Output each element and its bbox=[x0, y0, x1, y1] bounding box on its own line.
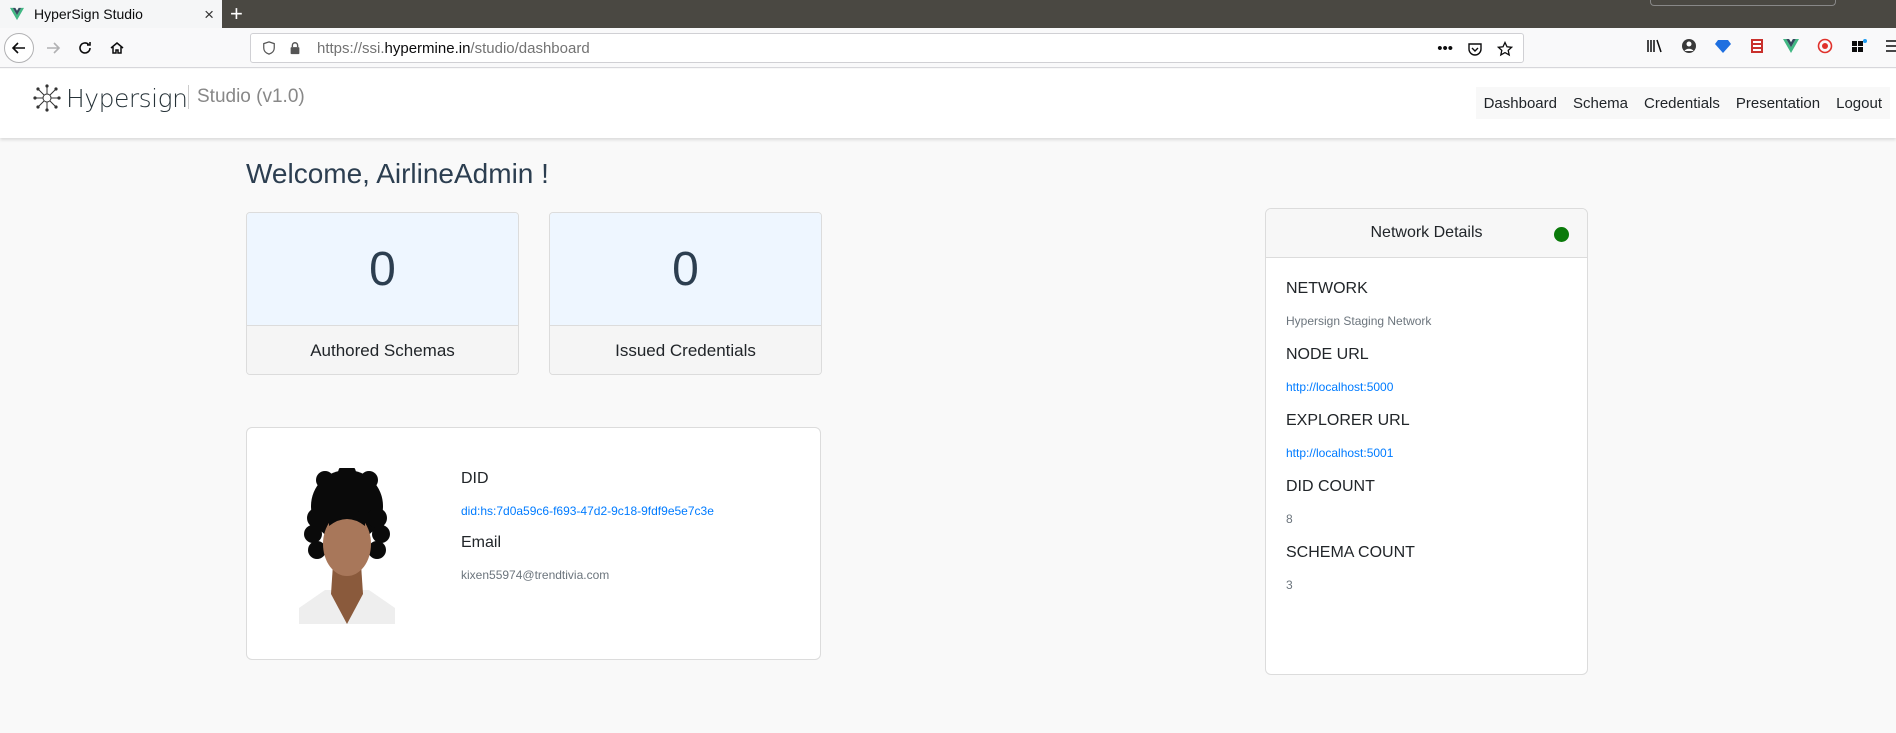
node-url-label: NODE URL bbox=[1286, 346, 1369, 363]
nav-logout[interactable]: Logout bbox=[1828, 95, 1890, 112]
home-button[interactable] bbox=[102, 33, 132, 63]
forward-button[interactable] bbox=[38, 33, 68, 63]
welcome-heading: Welcome, AirlineAdmin ! bbox=[246, 158, 549, 189]
node-url-value[interactable]: http://localhost:5000 bbox=[1286, 380, 1567, 394]
brand-name: Hypersign bbox=[66, 83, 188, 113]
back-button[interactable] bbox=[4, 33, 34, 63]
nav-credentials[interactable]: Credentials bbox=[1636, 95, 1728, 112]
email-label: Email bbox=[461, 534, 502, 551]
arrow-right-icon bbox=[47, 42, 61, 54]
authored-schemas-label: Authored Schemas bbox=[247, 326, 518, 374]
url-actions: ••• bbox=[1437, 40, 1513, 57]
profile-info: DID did:hs:7d0a59c6-f693-47d2-9c18-9fdf9… bbox=[461, 470, 714, 598]
browser-tab-bar: HyperSign Studio × + bbox=[0, 0, 1896, 28]
did-count-label: DID COUNT bbox=[1286, 478, 1375, 495]
tab-close-icon[interactable]: × bbox=[204, 5, 214, 25]
authored-schemas-count: 0 bbox=[247, 213, 518, 326]
record-icon[interactable] bbox=[1815, 36, 1835, 56]
browser-extensions bbox=[1645, 36, 1896, 56]
explorer-url-value[interactable]: http://localhost:5001 bbox=[1286, 446, 1567, 460]
tab-title: HyperSign Studio bbox=[34, 6, 143, 22]
network-status-indicator bbox=[1554, 227, 1569, 242]
issued-credentials-label: Issued Credentials bbox=[550, 326, 821, 374]
did-value[interactable]: did:hs:7d0a59c6-f693-47d2-9c18-9fdf9e5e7… bbox=[461, 504, 714, 518]
nav-dashboard[interactable]: Dashboard bbox=[1476, 95, 1565, 112]
network-value: Hypersign Staging Network bbox=[1286, 314, 1432, 328]
shield-icon[interactable] bbox=[261, 41, 277, 55]
network-details-card: Network Details NETWORK Hypersign Stagin… bbox=[1265, 208, 1588, 675]
reload-icon bbox=[79, 42, 91, 54]
network-label: NETWORK bbox=[1286, 280, 1368, 297]
did-label: DID bbox=[461, 470, 489, 487]
browser-toolbar: https://ssi.hypermine.in/studio/dashboar… bbox=[0, 28, 1896, 68]
nav-presentation[interactable]: Presentation bbox=[1728, 95, 1828, 112]
tab-overflow bbox=[1650, 0, 1836, 6]
hypersign-network-icon bbox=[33, 84, 61, 112]
reload-button[interactable] bbox=[70, 33, 100, 63]
network-details-header: Network Details bbox=[1266, 209, 1587, 258]
hypersign-logo[interactable]: Hypersign bbox=[32, 83, 188, 113]
grid-extension-icon[interactable] bbox=[1747, 36, 1767, 56]
url-text[interactable]: https://ssi.hypermine.in/studio/dashboar… bbox=[317, 40, 590, 57]
schema-count-value: 3 bbox=[1286, 578, 1293, 592]
profile-card: DID did:hs:7d0a59c6-f693-47d2-9c18-9fdf9… bbox=[246, 427, 821, 660]
network-details-title: Network Details bbox=[1370, 224, 1483, 241]
bookmark-star-icon[interactable] bbox=[1497, 40, 1513, 57]
avatar bbox=[299, 468, 395, 624]
main-navigation: Dashboard Schema Credentials Presentatio… bbox=[1475, 87, 1890, 119]
schema-count-label: SCHEMA COUNT bbox=[1286, 544, 1415, 561]
url-bar[interactable]: https://ssi.hypermine.in/studio/dashboar… bbox=[250, 33, 1524, 63]
explorer-url-label: EXPLORER URL bbox=[1286, 412, 1410, 429]
url-domain: hypermine.in bbox=[384, 39, 471, 57]
home-icon bbox=[110, 42, 124, 54]
did-count-value: 8 bbox=[1286, 512, 1293, 526]
authored-schemas-card[interactable]: 0 Authored Schemas bbox=[246, 212, 519, 375]
menu-icon[interactable] bbox=[1883, 36, 1896, 56]
pocket-icon[interactable] bbox=[1467, 41, 1483, 57]
diamond-extension-icon[interactable] bbox=[1713, 36, 1733, 56]
email-value: kixen55974@trendtivia.com bbox=[461, 568, 610, 582]
issued-credentials-card[interactable]: 0 Issued Credentials bbox=[549, 212, 822, 375]
nav-schema[interactable]: Schema bbox=[1565, 95, 1636, 112]
vue-logo-icon bbox=[10, 7, 24, 21]
new-tab-button[interactable]: + bbox=[230, 1, 243, 27]
more-icon[interactable]: ••• bbox=[1437, 40, 1453, 57]
network-details-body: NETWORK Hypersign Staging Network NODE U… bbox=[1266, 258, 1587, 632]
app-header: Hypersign Studio (v1.0) Dashboard Schema… bbox=[0, 69, 1896, 138]
issued-credentials-count: 0 bbox=[550, 213, 821, 326]
lock-icon[interactable] bbox=[287, 41, 303, 55]
url-prefix: https://ssi. bbox=[317, 39, 385, 57]
studio-title: Studio (v1.0) bbox=[188, 85, 305, 109]
url-path: /studio/dashboard bbox=[470, 39, 590, 57]
arrow-left-icon bbox=[11, 42, 25, 54]
account-icon[interactable] bbox=[1679, 36, 1699, 56]
extensions-icon[interactable] bbox=[1849, 36, 1869, 56]
vue-devtools-icon[interactable] bbox=[1781, 36, 1801, 56]
library-icon[interactable] bbox=[1645, 36, 1665, 56]
browser-tab[interactable]: HyperSign Studio × bbox=[0, 0, 222, 28]
